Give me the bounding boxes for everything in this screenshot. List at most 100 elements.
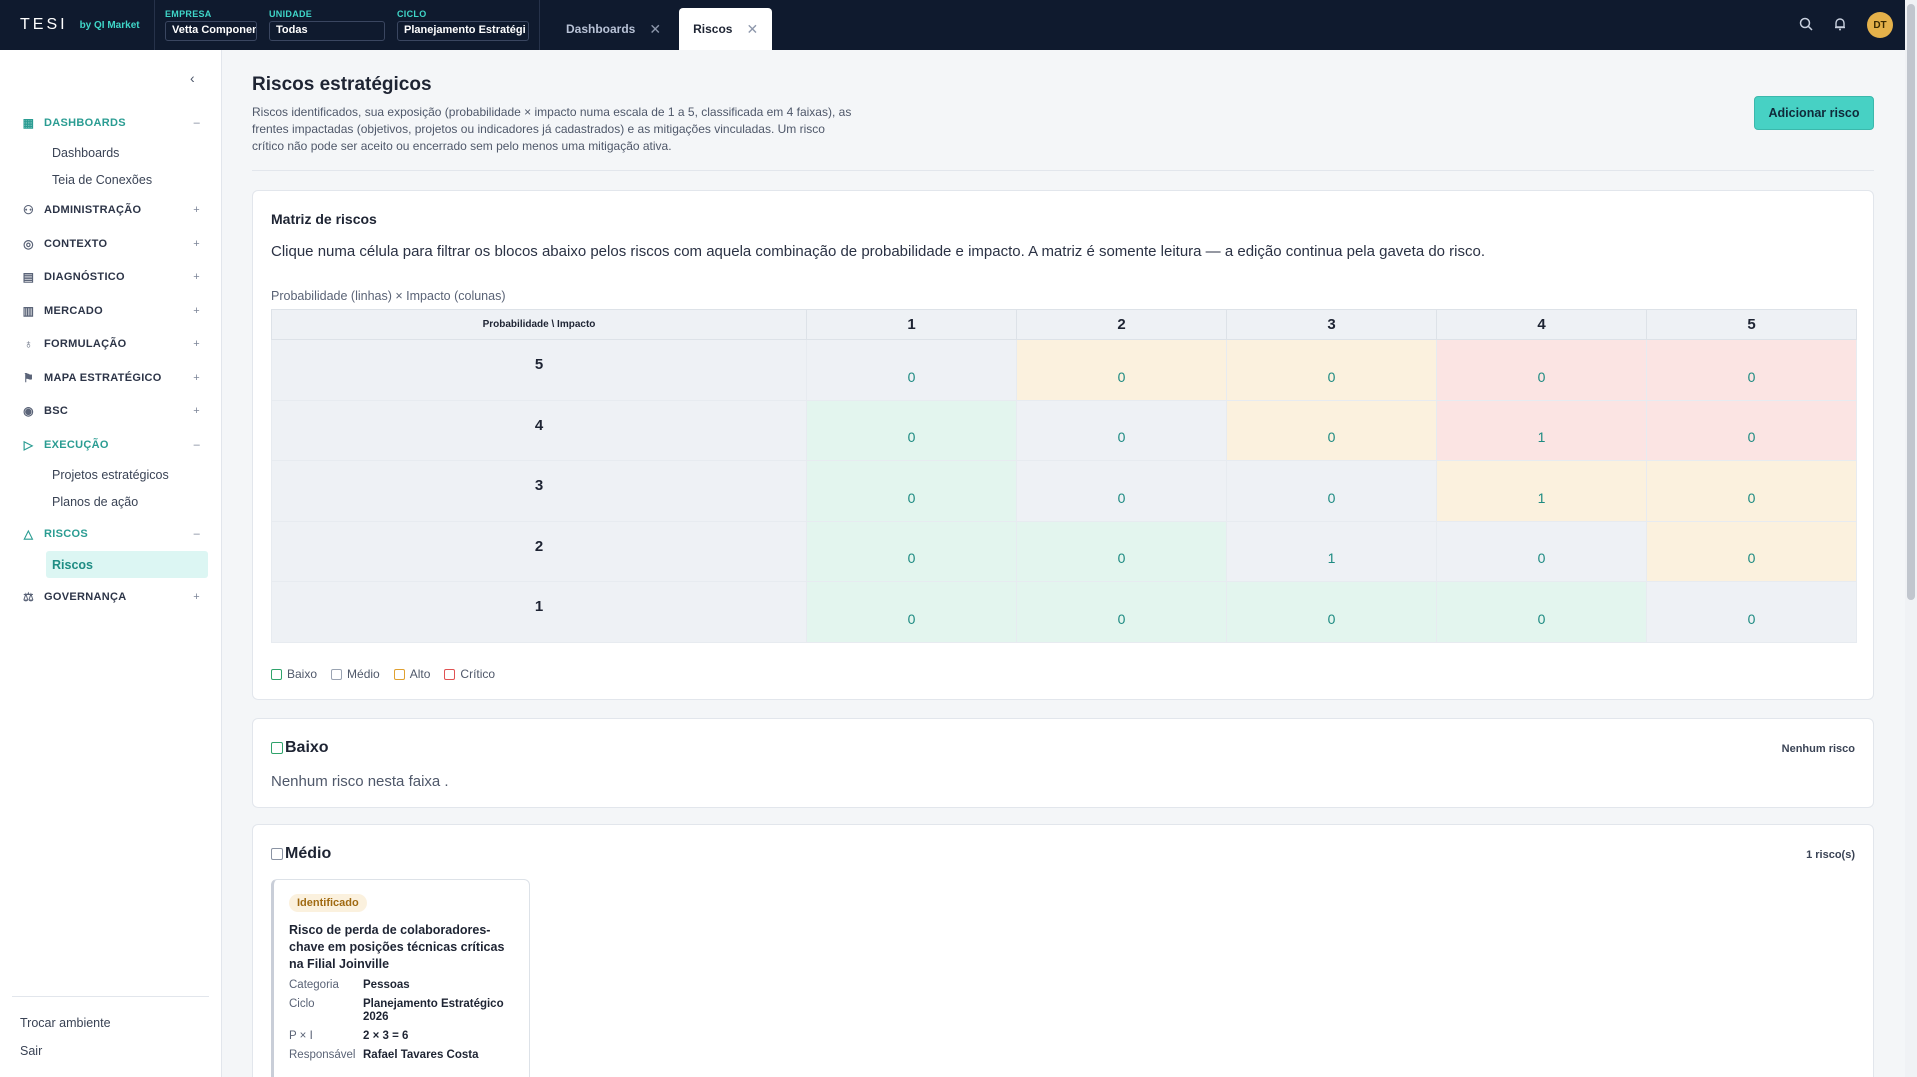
sidebar-group-riscos[interactable]: △ RISCOS –: [0, 518, 222, 552]
expand-toggle-icon[interactable]: +: [193, 405, 200, 417]
expand-toggle-icon[interactable]: +: [193, 305, 200, 317]
risk-field-value: Rafael Tavares Costa: [363, 1049, 479, 1061]
matrix-row: 400010: [271, 399, 1857, 461]
expand-toggle-icon[interactable]: +: [193, 372, 200, 384]
probability-row-header: 4: [271, 399, 807, 461]
chevron-left-icon[interactable]: ‹: [190, 70, 195, 86]
ciclo-value[interactable]: Planejamento Estratégi: [397, 21, 529, 41]
expand-toggle-icon[interactable]: +: [193, 204, 200, 216]
matrix-cell[interactable]: 0: [806, 581, 1017, 643]
expand-toggle-icon[interactable]: +: [193, 271, 200, 283]
matrix-cell[interactable]: 0: [1226, 339, 1437, 401]
target-icon: ◉: [23, 404, 34, 419]
empresa-value[interactable]: Vetta Componentes: [165, 21, 257, 41]
sidebar-item-teia-de-conexoes[interactable]: Teia de Conexões: [0, 167, 222, 194]
avatar[interactable]: DT: [1867, 12, 1893, 38]
impact-column-header: 4: [1436, 309, 1647, 340]
matrix-cell[interactable]: 0: [806, 460, 1017, 522]
collapse-toggle-icon[interactable]: –: [194, 117, 200, 129]
legend-swatch: [331, 668, 343, 680]
matrix-cell[interactable]: 0: [1016, 581, 1227, 643]
sidebar-group-execucao[interactable]: ▷ EXECUÇÃO –: [0, 428, 222, 462]
matrix-cell[interactable]: 0: [806, 520, 1017, 582]
close-icon[interactable]: ✕: [649, 21, 661, 38]
matrix-cell[interactable]: 0: [806, 339, 1017, 401]
matrix-cell[interactable]: 1: [1226, 520, 1437, 582]
sidebar-item-projetos-estrategicos[interactable]: Projetos estratégicos: [0, 462, 222, 489]
unidade-value[interactable]: Todas: [269, 21, 385, 41]
sidebar-group-dashboards[interactable]: ▦ DASHBOARDS –: [0, 106, 222, 140]
matrix-cell[interactable]: 1: [1436, 460, 1647, 522]
sidebar-group-diagnostico[interactable]: ▤ DIAGNÓSTICO +: [0, 261, 222, 295]
probability-row-header: 5: [271, 339, 807, 401]
matrix-cell[interactable]: 0: [1436, 339, 1647, 401]
matrix-caption: Probabilidade (linhas) × Impacto (coluna…: [271, 289, 506, 303]
empresa-selector[interactable]: EMPRESA Vetta Componentes: [165, 9, 257, 41]
matrix-cell[interactable]: 0: [806, 399, 1017, 461]
risk-card[interactable]: Identificado Risco de perda de colaborad…: [271, 879, 530, 1077]
bell-icon[interactable]: [1833, 17, 1847, 34]
matrix-cell[interactable]: 0: [1226, 581, 1437, 643]
ciclo-selector[interactable]: CICLO Planejamento Estratégi: [397, 9, 529, 41]
matrix-cell[interactable]: 0: [1226, 399, 1437, 461]
switch-environment-link[interactable]: Trocar ambiente: [20, 1009, 201, 1037]
matrix-legend: Baixo Médio Alto Crítico: [271, 667, 495, 681]
sidebar-group-mapa-estrategico[interactable]: ⚑ MAPA ESTRATÉGICO +: [0, 361, 222, 395]
sidebar-group-label: FORMULAÇÃO: [44, 338, 127, 351]
matrix-cell[interactable]: 0: [1646, 520, 1857, 582]
logout-link[interactable]: Sair: [20, 1037, 201, 1065]
expand-toggle-icon[interactable]: +: [193, 591, 200, 603]
add-risk-button[interactable]: Adicionar risco: [1754, 96, 1874, 130]
risk-matrix-table: Probabilidade \ Impacto 12345 5000004000…: [271, 309, 1857, 643]
unidade-label: UNIDADE: [269, 9, 313, 19]
matrix-cell[interactable]: 0: [1646, 339, 1857, 401]
expand-toggle-icon[interactable]: +: [193, 238, 200, 250]
matrix-cell[interactable]: 0: [1016, 460, 1227, 522]
sidebar-nav: ▦ DASHBOARDS – Dashboards Teia de Conexões ⚇ A…: [0, 106, 222, 614]
collapse-toggle-icon[interactable]: –: [194, 528, 200, 540]
matrix-cell[interactable]: 0: [1436, 581, 1647, 643]
sidebar-group-bsc[interactable]: ◉ BSC +: [0, 395, 222, 429]
sidebar-group-mercado[interactable]: ▥ MERCADO +: [0, 294, 222, 328]
page-description: Riscos identificados, sua exposição (pro…: [252, 105, 852, 153]
matrix-cell[interactable]: 0: [1016, 520, 1227, 582]
sidebar-group-formulacao[interactable]: ♁ FORMULAÇÃO +: [0, 328, 222, 362]
sidebar-group-administracao[interactable]: ⚇ ADMINISTRAÇÃO +: [0, 194, 222, 228]
matrix-cell[interactable]: 0: [1436, 520, 1647, 582]
page-scrollbar[interactable]: [1905, 0, 1917, 1077]
page-header: Riscos estratégicos Riscos identificados…: [252, 74, 1874, 155]
matrix-cell[interactable]: 1: [1436, 399, 1647, 461]
tab-riscos[interactable]: Riscos ✕: [679, 8, 773, 50]
risk-field: Responsável Rafael Tavares Costa: [289, 1049, 514, 1062]
unidade-selector[interactable]: UNIDADE Todas: [269, 9, 385, 41]
brand[interactable]: TESI by QI Market: [0, 0, 155, 50]
matrix-row: 200100: [271, 520, 1857, 582]
scrollbar-thumb[interactable]: [1907, 4, 1915, 600]
matrix-cell[interactable]: 0: [1646, 460, 1857, 522]
legend-item[interactable]: Médio: [331, 667, 380, 681]
risk-field-label: Responsável: [289, 1049, 356, 1061]
top-actions: DT: [1799, 0, 1905, 50]
legend-item[interactable]: Baixo: [271, 667, 317, 681]
collapse-toggle-icon[interactable]: –: [194, 439, 200, 451]
sidebar-group-contexto[interactable]: ◎ CONTEXTO +: [0, 227, 222, 261]
sidebar-group-label: DIAGNÓSTICO: [44, 271, 125, 284]
sidebar-group-governanca[interactable]: ⚖ GOVERNANÇA +: [0, 580, 222, 614]
sidebar-item-dashboards[interactable]: Dashboards: [0, 140, 222, 167]
legend-item[interactable]: Crítico: [444, 667, 495, 681]
expand-toggle-icon[interactable]: +: [193, 338, 200, 350]
matrix-cell[interactable]: 0: [1016, 339, 1227, 401]
risk-field-value: Planejamento Estratégico 2026: [363, 998, 504, 1023]
users-icon: ⚇: [22, 203, 35, 218]
legend-item[interactable]: Alto: [393, 667, 430, 681]
matrix-cell[interactable]: 0: [1226, 460, 1437, 522]
legend-label: Médio: [347, 667, 380, 681]
tab-dashboards[interactable]: Dashboards ✕: [552, 8, 675, 50]
search-icon[interactable]: [1799, 17, 1813, 34]
matrix-cell[interactable]: 0: [1646, 399, 1857, 461]
sidebar-item-planos-de-acao[interactable]: Planos de ação: [0, 489, 222, 516]
close-icon[interactable]: ✕: [746, 21, 758, 38]
matrix-cell[interactable]: 0: [1016, 399, 1227, 461]
matrix-cell[interactable]: 0: [1646, 581, 1857, 643]
sidebar-item-riscos[interactable]: Riscos: [46, 551, 208, 578]
